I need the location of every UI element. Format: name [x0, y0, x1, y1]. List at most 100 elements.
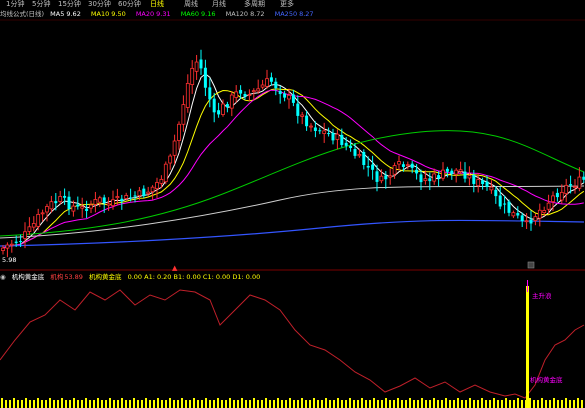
candle-body-up [489, 186, 494, 191]
candle-body-up [533, 216, 538, 221]
candle-body-down [203, 67, 207, 88]
candle-body-down [318, 130, 322, 132]
candle-body-up [106, 203, 111, 206]
candle-body-up [234, 91, 239, 98]
candle-body-up [458, 169, 463, 172]
indicator-base-bar [141, 400, 143, 408]
signal-spike-bar [526, 286, 529, 408]
candle-body-down [340, 134, 344, 145]
candle-body-down [401, 164, 405, 167]
indicator-base-bar [157, 398, 159, 408]
indicator-base-bar [1, 398, 3, 408]
candle-body-up [537, 209, 542, 219]
signal-label-bottom: 机构黄金底 [530, 376, 563, 384]
indicator-base-bar [557, 400, 559, 408]
indicator-base-bar [337, 398, 339, 408]
indicator-base-bar [357, 400, 359, 408]
indicator-base-bar [313, 398, 315, 408]
indicator-base-bar [241, 398, 243, 408]
indicator-base-bar [445, 398, 447, 408]
candle-body-up [551, 195, 555, 203]
candle-body-down [133, 195, 137, 197]
indicator-base-bar [237, 400, 239, 408]
indicator-param: 机构 [50, 273, 64, 281]
candle-body-down [212, 98, 216, 113]
indicator-base-bar [117, 400, 119, 408]
indicator-base-bar [317, 400, 319, 408]
indicator-base-bar [321, 400, 323, 408]
indicator-base-bar [545, 400, 547, 408]
indicator-base-bar [537, 400, 539, 408]
candle-body-up [185, 82, 190, 108]
indicator-base-bar [577, 398, 579, 408]
candle-body-down [67, 196, 71, 210]
candle-body-down [208, 87, 212, 100]
indicator-base-bar [481, 398, 483, 408]
candle-body-up [405, 164, 410, 167]
candle-body-down [85, 208, 89, 211]
up-arrow-icon: ▲ [172, 264, 178, 272]
indicator-base-bar [381, 400, 383, 408]
indicator-base-bar [521, 400, 523, 408]
indicator-base-bar [173, 400, 175, 408]
candle-body-up [115, 196, 120, 199]
indicator-base-bar [93, 400, 95, 408]
candle-body-down [437, 175, 441, 179]
indicator-base-bar [533, 400, 535, 408]
indicator-base-bar [329, 400, 331, 408]
indicator-base-bar [465, 400, 467, 408]
candle-body-up [111, 199, 115, 207]
indicator-base-bar [285, 400, 287, 408]
indicator-base-bar [553, 398, 555, 408]
candle-body-up [454, 169, 459, 175]
indicator-base-bar [61, 398, 63, 408]
candle-body-down [463, 171, 467, 179]
candle-body-up [542, 210, 547, 214]
indicator-settings-icon[interactable]: ◉ [0, 272, 6, 282]
candle-body-up [181, 104, 186, 125]
candle-body-up [58, 196, 63, 202]
candle-body-up [467, 175, 472, 179]
candle-body-down [54, 201, 58, 204]
indicator-base-bar [341, 400, 343, 408]
candle-body-down [331, 132, 335, 141]
indicator-name[interactable]: 机构黄金底 [12, 272, 45, 282]
candle-body-up [251, 90, 256, 93]
candle-body-up [229, 94, 234, 109]
candle-body-up [150, 186, 155, 193]
indicator-base-bar [401, 400, 403, 408]
price-chart[interactable]: ▲ [0, 0, 585, 408]
candle-body-up [159, 178, 164, 184]
candle-body-up [89, 204, 93, 209]
candle-body-up [564, 184, 569, 195]
candle-body-down [481, 180, 485, 185]
indicator-base-bar [225, 400, 227, 408]
indicator-base-bar [377, 400, 379, 408]
indicator-base-bar [565, 398, 567, 408]
indicator-base-bar [453, 400, 455, 408]
indicator-base-bar [517, 398, 519, 408]
candle-body-up [97, 197, 102, 203]
candle-body-up [397, 161, 401, 165]
indicator-base-bar [477, 400, 479, 408]
indicator-base-bar [113, 400, 115, 408]
indicator-base-bar [273, 400, 275, 408]
indicator-base-bar [469, 398, 471, 408]
candle-body-up [309, 125, 313, 128]
indicator-base-bar [81, 400, 83, 408]
candle-body-up [573, 186, 577, 188]
indicator-line-label: 机构黄金底 [89, 273, 122, 281]
candle-body-down [278, 90, 282, 95]
indicator-base-bar [409, 398, 411, 408]
low-price-label: 5.98 [2, 256, 17, 264]
candle-body-down [217, 110, 221, 115]
indicator-base-bar [49, 398, 51, 408]
indicator-base-bar [269, 400, 271, 408]
indicator-base-bar [353, 400, 355, 408]
indicator-base-bar [137, 400, 139, 408]
indicator-base-bar [573, 400, 575, 408]
candle-body-up [441, 169, 445, 179]
candle-body-down [445, 168, 449, 172]
indicator-base-bar [229, 398, 231, 408]
candle-body-down [569, 184, 573, 186]
